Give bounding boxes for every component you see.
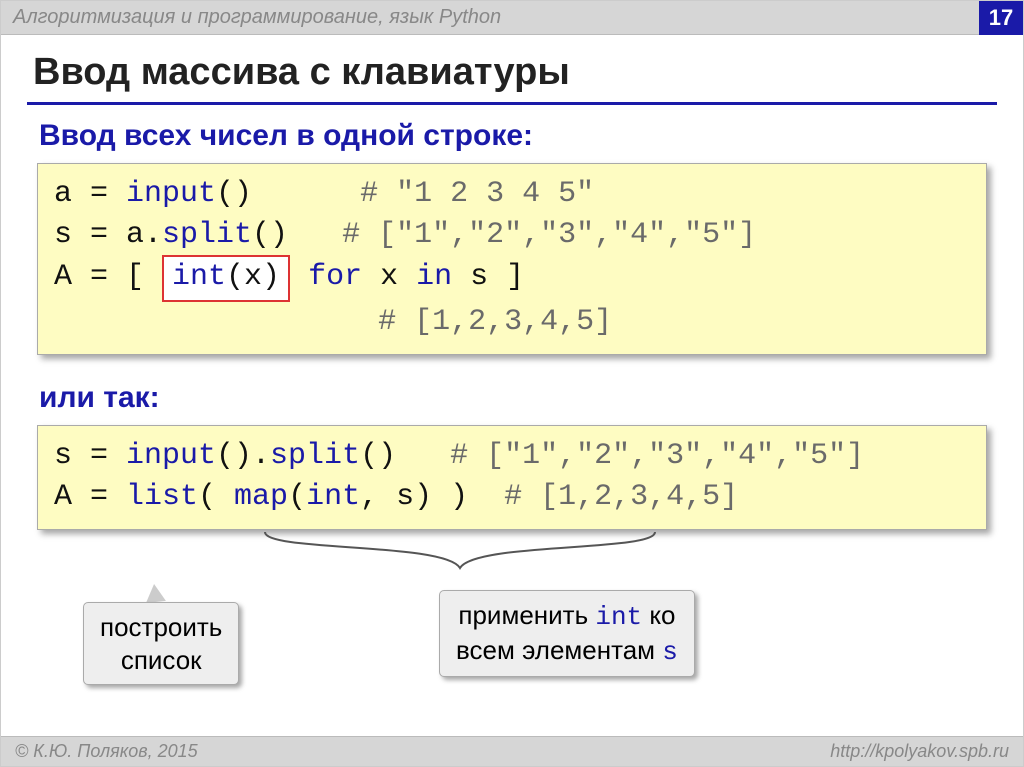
header-title: Алгоритмизация и программирование, язык … bbox=[13, 6, 501, 29]
slide-footer: © К.Ю. Поляков, 2015 http://kpolyakov.sp… bbox=[1, 736, 1023, 766]
callout-apply-int: применить int ко всем элементам s bbox=[439, 590, 695, 677]
callout-pointer-1 bbox=[144, 583, 166, 603]
slide-body: Ввод массива с клавиатуры Ввод всех чисе… bbox=[1, 35, 1023, 714]
callouts-area: построить список применить int ко всем э… bbox=[27, 544, 997, 714]
page-number: 17 bbox=[979, 1, 1023, 35]
highlight-intx: int(x) bbox=[162, 255, 290, 302]
slide-subtitle: Ввод всех чисел в одной строке: bbox=[27, 115, 997, 163]
slide-title: Ввод массива с клавиатуры bbox=[27, 45, 997, 102]
footer-right: http://kpolyakov.spb.ru bbox=[830, 741, 1009, 762]
or-label: или так: bbox=[27, 375, 997, 425]
code-block-2: s = input().split() # ["1","2","3","4","… bbox=[37, 425, 987, 530]
callout-build-list: построить список bbox=[83, 602, 239, 685]
brace-icon bbox=[255, 528, 665, 594]
footer-left: © К.Ю. Поляков, 2015 bbox=[15, 741, 198, 762]
code-block-1: a = input() # "1 2 3 4 5" s = a.split() … bbox=[37, 163, 987, 355]
slide-header: Алгоритмизация и программирование, язык … bbox=[1, 1, 1023, 35]
title-rule bbox=[27, 102, 997, 105]
